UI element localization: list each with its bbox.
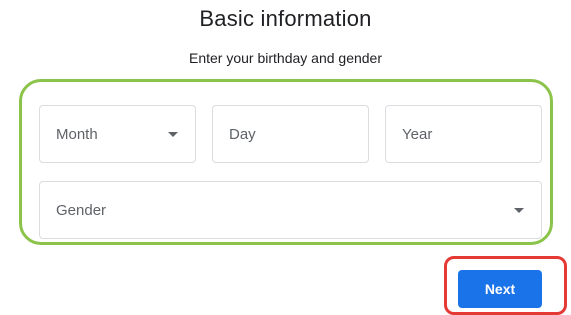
year-input[interactable]: Year [385,105,542,163]
page-title: Basic information [199,6,372,31]
month-select[interactable]: Month [39,105,196,163]
day-input[interactable]: Day [212,105,369,163]
page-subtitle: Enter your birthday and gender [188,50,382,66]
basic-information-page: Basic information Enter your birthday an… [0,0,571,315]
gender-select[interactable]: Gender [39,181,542,239]
year-input-placeholder: Year [402,125,433,143]
month-select-label: Month [56,125,98,143]
next-button[interactable]: Next [458,270,542,308]
gender-select-label: Gender [56,201,107,219]
day-input-placeholder: Day [229,125,256,143]
chevron-down-icon [168,131,178,137]
chevron-down-icon [514,207,524,213]
